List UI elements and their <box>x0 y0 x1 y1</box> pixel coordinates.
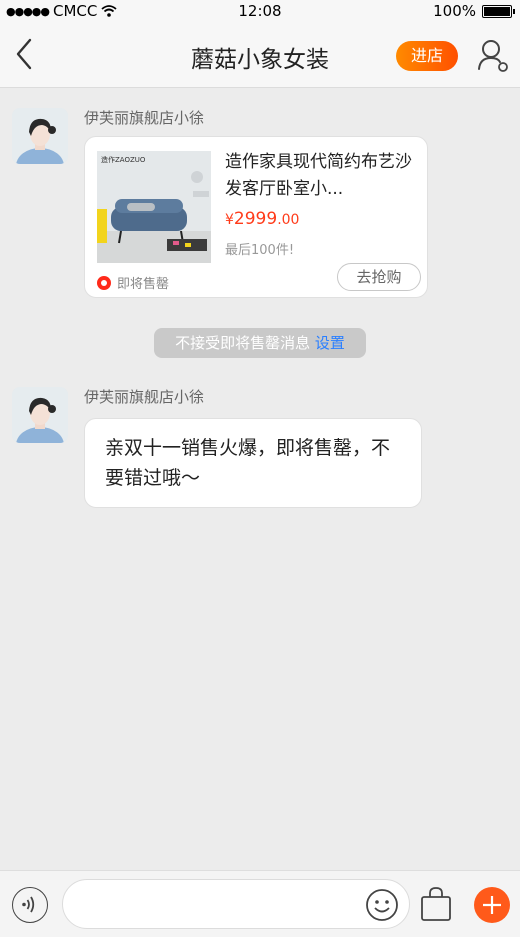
user-settings-icon <box>478 40 508 72</box>
system-message-text: 不接受即将售罄消息 <box>175 334 311 352</box>
price-symbol: ¥ <box>225 212 234 228</box>
battery-percent: 100% <box>433 2 476 20</box>
emoji-icon <box>366 889 398 921</box>
sender-name: 伊芙丽旗舰店小徐 <box>84 388 205 406</box>
battery-icon <box>482 4 515 18</box>
soldout-icon <box>97 275 111 290</box>
soldout-tag: 即将售罄 <box>97 273 169 292</box>
avatar[interactable] <box>12 387 68 443</box>
plus-button[interactable] <box>474 887 510 923</box>
emoji-button[interactable] <box>364 887 400 923</box>
avatar-image <box>12 387 68 443</box>
grab-button[interactable]: 去抢购 <box>337 263 421 291</box>
sender-name: 伊芙丽旗舰店小徐 <box>84 109 205 127</box>
soldout-label: 即将售罄 <box>117 277 170 292</box>
sofa-image <box>97 151 211 263</box>
price-main: 2999 <box>233 209 278 229</box>
message-bubble[interactable]: 亲双十一销售火爆，即将售罄，不要错过哦～ <box>84 418 422 508</box>
product-title[interactable]: 造作家具现代简约布艺沙发客厅卧室小... <box>225 149 415 203</box>
message-input[interactable] <box>62 879 410 929</box>
voice-button[interactable] <box>12 887 48 923</box>
plus-icon <box>483 896 501 914</box>
product-image[interactable]: 造作ZAOZUO <box>97 151 211 263</box>
avatar[interactable] <box>12 108 68 164</box>
voice-icon <box>22 896 35 913</box>
avatar-image <box>12 108 68 164</box>
stock-note: 最后100件! <box>225 243 295 258</box>
shopping-bag-icon <box>421 887 451 921</box>
profile-button[interactable] <box>476 37 510 73</box>
price-cents: .00 <box>277 212 300 228</box>
image-brand-label: 造作ZAOZUO <box>101 156 146 164</box>
system-message: 不接受即将售罄消息 设置 <box>154 328 366 358</box>
shopping-bag-button[interactable] <box>418 885 454 923</box>
status-bar: ●●●●● CMCC 12:08 100% <box>0 0 520 22</box>
enter-shop-button[interactable]: 进店 <box>396 41 458 71</box>
input-bar <box>0 870 520 937</box>
product-price: ¥2999.00 <box>225 209 299 229</box>
product-card[interactable]: 造作ZAOZUO 造作家具现代简约布艺沙发客厅卧室小... ¥2999.00 最… <box>84 136 428 298</box>
status-right: 100% <box>433 2 515 20</box>
settings-link[interactable]: 设置 <box>315 334 345 352</box>
nav-bar: 蘑菇小象女装 进店 <box>0 22 520 88</box>
battery-fill <box>484 6 510 16</box>
